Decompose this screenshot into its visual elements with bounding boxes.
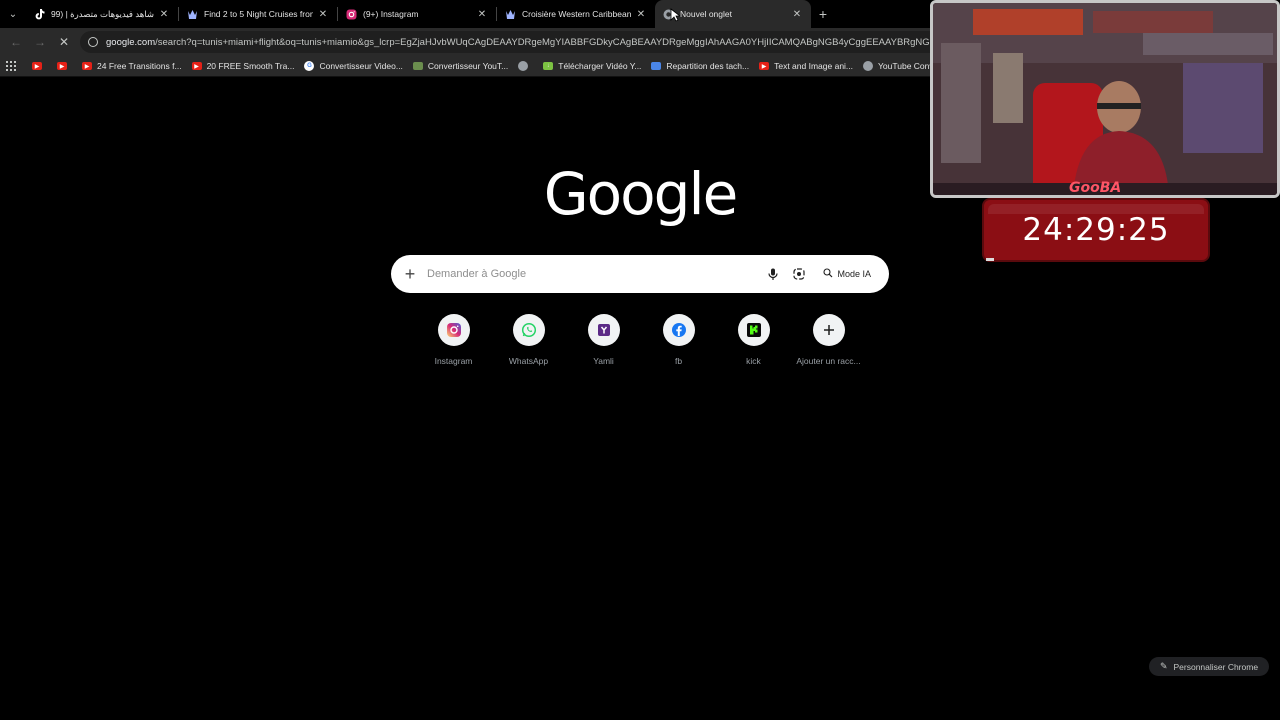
url-path: /search?q=tunis+miami+flight&oq=tunis+mi… [155,36,970,48]
tab-tiktok[interactable]: شاهد فيديوهات متصدرة | (99+) ✕ [26,0,178,28]
site-info-icon[interactable] [88,37,98,47]
instagram-icon [346,9,357,20]
facebook-icon [662,314,695,346]
bookmark-item[interactable]: ▶ [32,62,47,70]
tab-title: Nouvel onglet [680,9,732,19]
webcam-feed [933,3,1277,195]
customize-label: Personnaliser Chrome [1173,661,1259,672]
close-icon[interactable]: ✕ [476,9,488,20]
tab-title: Croisière Western Caribbean & [522,9,631,19]
webcam-overlay: GooBA [930,0,1280,198]
forward-arrow-icon[interactable]: → [28,30,52,54]
close-icon[interactable]: ✕ [158,9,170,20]
search-box[interactable]: + Mode IA [391,255,889,293]
url-host: google.com [106,36,156,48]
bookmark-label: 24 Free Transitions f... [97,61,182,71]
apps-grid-icon[interactable] [6,61,16,71]
bookmark-label: 20 FREE Smooth Tra... [206,61,295,71]
bookmark-item[interactable]: G Convertisseur Video... [304,61,403,71]
timer-highlight [988,204,1204,214]
google-lens-icon[interactable] [789,264,809,284]
tab-search-chevron-icon[interactable]: ⌄ [0,0,26,28]
converter-icon [412,62,423,70]
stop-loading-icon[interactable]: ✕ [52,30,76,54]
microphone-icon[interactable] [763,264,783,284]
shortcut-label: Yamli [593,356,614,366]
shortcut-label: WhatsApp [508,356,549,366]
tab-title: (9+) Instagram [363,9,419,19]
youtube-icon: ▶ [759,62,770,70]
add-attachment-icon[interactable]: + [403,265,417,283]
bookmark-label: Télécharger Vidéo Y... [558,61,642,71]
shortcut-label: Ajouter un racc... [796,356,861,366]
ai-mode-label: Mode IA [837,269,871,279]
youtube-icon: ▶ [82,62,92,70]
royal-caribbean-icon [505,9,516,20]
mouse-cursor-icon [670,8,680,22]
bookmark-item[interactable] [518,61,533,71]
shortcut-label: kick [746,356,761,366]
ai-search-icon [823,268,833,280]
bookmark-item[interactable]: ▶ 24 Free Transitions f... [82,61,182,71]
shortcut-facebook[interactable]: fb [641,314,716,366]
shortcut-label: Instagram [434,356,473,366]
shortcut-kick[interactable]: kick [716,314,791,366]
whatsapp-icon [512,314,545,346]
instagram-icon [437,314,470,346]
bookmark-item[interactable]: ↓ Télécharger Vidéo Y... [543,61,641,71]
close-icon[interactable]: ✕ [635,9,647,20]
globe-icon [863,61,874,71]
docs-icon [651,62,662,70]
customize-chrome-button[interactable]: ✎ Personnaliser Chrome [1149,657,1269,676]
shortcut-yamli[interactable]: Yamli [566,314,641,366]
shortcut-whatsapp[interactable]: WhatsApp [491,314,566,366]
bookmark-item[interactable]: Convertisseur YouT... [412,61,509,71]
search-input[interactable] [427,268,758,280]
royal-caribbean-icon [187,9,198,20]
youtube-icon: ▶ [32,62,42,70]
tab-title: Find 2 to 5 Night Cruises from [204,9,313,19]
bookmark-item[interactable]: ▶ [57,62,72,70]
youtube-icon: ▶ [191,62,202,70]
tab-cruises[interactable]: Find 2 to 5 Night Cruises from ✕ [179,0,337,28]
shortcut-label: fb [674,356,683,366]
tiktok-icon [34,8,45,20]
plus-icon [812,314,845,346]
youtube-icon: ▶ [57,62,67,70]
tab-instagram[interactable]: (9+) Instagram ✕ [338,0,496,28]
close-icon[interactable]: ✕ [317,9,329,20]
pencil-icon: ✎ [1159,661,1168,671]
add-shortcut-button[interactable]: Ajouter un racc... [791,314,866,366]
bookmark-label: Repartition des tach... [666,61,750,71]
back-arrow-icon[interactable]: ← [4,30,28,54]
bookmark-label: Text and Image ani... [774,61,854,71]
tab-title: شاهد فيديوهات متصدرة | (99+) [51,8,154,19]
bookmark-item[interactable]: ▶ 20 FREE Smooth Tra... [191,61,295,71]
download-icon: ↓ [543,62,554,70]
bookmark-label: Convertisseur YouT... [427,61,509,71]
tab-croisiere[interactable]: Croisière Western Caribbean & ✕ [497,0,655,28]
google-icon: G [304,61,315,71]
new-tab-button[interactable]: + [811,0,835,28]
bookmark-item[interactable]: Repartition des tach... [651,61,749,71]
shortcut-instagram[interactable]: Instagram [416,314,491,366]
close-icon[interactable]: ✕ [791,9,803,20]
globe-icon [518,61,529,71]
bookmark-item[interactable]: ▶ Text and Image ani... [759,61,853,71]
yamli-icon [587,314,620,346]
kick-icon [737,314,770,346]
timer-value: 24:29:25 [1022,212,1170,248]
ai-mode-button[interactable]: Mode IA [817,264,877,284]
webcam-name-label: GooBA [1069,180,1122,196]
timer-base [986,258,994,261]
bookmark-label: Convertisseur Video... [319,61,403,71]
shortcut-tiles: Instagram WhatsApp Yamli fb kick Ajouter… [416,314,866,366]
stream-timer: 24:29:25 [982,198,1210,262]
